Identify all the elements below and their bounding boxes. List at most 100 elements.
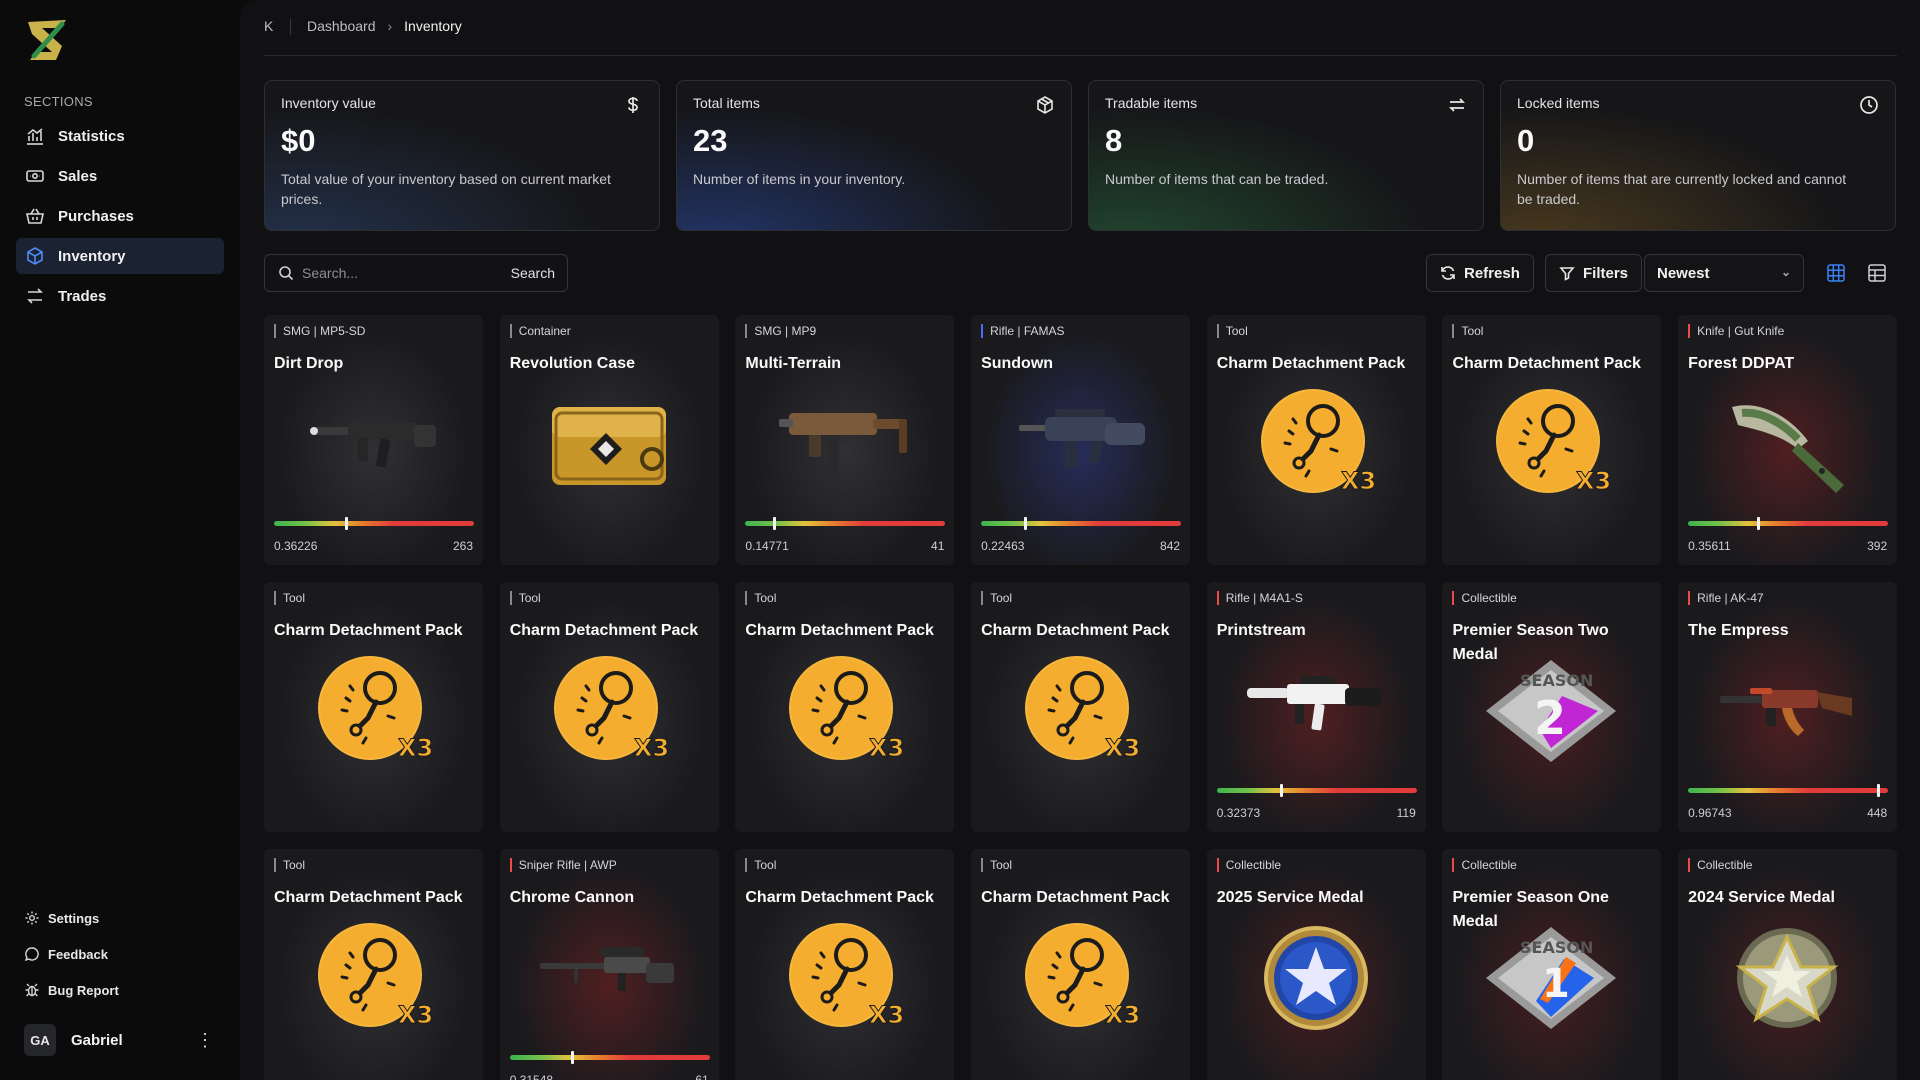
item-card[interactable]: Container Revolution Case	[499, 315, 719, 565]
sidebar-item-inventory[interactable]: Inventory	[16, 238, 224, 274]
item-card[interactable]: Rifle | FAMAS Sundown 0.22463 842	[971, 315, 1191, 565]
item-card[interactable]: Collectible Premier Season Two Medal SEASO…	[1442, 582, 1662, 832]
item-card[interactable]: Rifle | AK-47 The Empress 0.96743 448	[1678, 582, 1898, 832]
item-card[interactable]: Tool Charm Detachment Pack X3	[735, 582, 955, 832]
toolbar: Search Refresh Filters Newest ⌄	[264, 254, 1897, 292]
item-name: Charm Detachment Pack	[274, 889, 463, 906]
item-card[interactable]: Collectible Premier Season One Medal SEASO…	[1442, 849, 1662, 1080]
stat-description: Total value of your inventory based on c…	[281, 171, 611, 207]
svg-text:X3: X3	[1105, 1001, 1140, 1029]
bug-report-link[interactable]: Bug Report	[24, 972, 119, 1008]
item-name: Charm Detachment Pack	[981, 622, 1170, 639]
famas-icon	[1005, 389, 1155, 499]
item-category: Tool	[1216, 324, 1248, 338]
item-name: 2024 Service Medal	[1688, 889, 1835, 906]
item-name: Charm Detachment Pack	[1452, 355, 1641, 372]
cash-icon	[24, 165, 46, 187]
case-icon	[534, 389, 684, 499]
charm-icon: X3	[298, 923, 448, 1033]
svg-text:X3: X3	[634, 734, 669, 762]
item-category: Tool	[981, 591, 1012, 605]
item-card[interactable]: SMG | MP9 Multi-Terrain 0.14771 41	[735, 315, 955, 565]
stats-row: Inventory value $0 Total value of your i…	[264, 80, 1897, 231]
grid-view-button[interactable]	[1824, 261, 1848, 285]
basket-icon	[24, 205, 46, 227]
filters-button[interactable]: Filters	[1545, 254, 1643, 292]
swap-icon	[1447, 95, 1467, 115]
item-name: Printstream	[1216, 622, 1306, 639]
search-input[interactable]	[302, 265, 511, 281]
item-card[interactable]: Tool Charm Detachment Pack X3	[264, 849, 483, 1080]
item-card[interactable]: Collectible 2025 Service Medal	[1206, 849, 1426, 1080]
item-category: Collectible	[1452, 591, 1517, 605]
stat-description: Number of items that can be traded.	[1105, 171, 1329, 187]
item-name: Charm Detachment Pack	[981, 889, 1170, 906]
smg-icon	[298, 389, 448, 499]
item-category: Knife | Gut Knife	[1688, 324, 1784, 338]
sidebar-item-purchases[interactable]: Purchases	[16, 198, 224, 234]
wear-bar	[509, 1051, 710, 1064]
item-category: Tool	[745, 591, 776, 605]
more-vertical-icon[interactable]: ⋮	[196, 1030, 214, 1050]
item-card[interactable]: Collectible 2024 Service Medal	[1678, 849, 1898, 1080]
feedback-link[interactable]: Feedback	[24, 936, 119, 972]
item-category: Collectible	[1216, 858, 1281, 872]
charm-icon: X3	[769, 923, 919, 1033]
item-card[interactable]: Tool Charm Detachment Pack X3	[499, 582, 719, 832]
item-name: Charm Detachment Pack	[509, 622, 699, 639]
svg-text:X3: X3	[1576, 467, 1611, 495]
item-card[interactable]: Knife | Gut Knife Forest DDPAT 0.35611 392	[1678, 315, 1898, 565]
charm-icon: X3	[1005, 923, 1155, 1033]
item-card[interactable]: Tool Charm Detachment Pack X3	[971, 582, 1191, 832]
sidebar-item-label: Statistics	[58, 127, 125, 145]
chart-icon	[24, 125, 46, 147]
svg-text:X3: X3	[1341, 467, 1376, 495]
wear-marker	[1757, 517, 1761, 530]
user-profile[interactable]: GA Gabriel ⋮	[24, 1024, 220, 1056]
svg-text:X3: X3	[398, 1001, 433, 1029]
item-card[interactable]: Tool Charm Detachment Pack X3	[1442, 315, 1662, 565]
sort-select[interactable]: Newest ⌄	[1644, 254, 1804, 292]
ak-icon	[1712, 656, 1862, 766]
dollar-icon	[623, 95, 643, 115]
sidebar-toggle-button[interactable]: K	[264, 18, 282, 34]
bug-report-label: Bug Report	[48, 982, 119, 998]
item-card[interactable]: Sniper Rifle | AWP Chrome Cannon 0.31548 61	[499, 849, 719, 1080]
stat-card-inventory-value: Inventory value $0 Total value of your i…	[264, 80, 660, 231]
sidebar-item-sales[interactable]: Sales	[16, 158, 224, 194]
svg-text:2: 2	[1534, 691, 1566, 745]
item-pattern: 119	[1396, 806, 1416, 820]
app-logo[interactable]	[22, 16, 74, 64]
breadcrumb-dashboard[interactable]: Dashboard	[307, 18, 376, 34]
item-category: Rifle | M4A1-S	[1216, 591, 1303, 605]
settings-link[interactable]: Settings	[24, 900, 119, 936]
item-pattern: 392	[1867, 539, 1888, 553]
refresh-button[interactable]: Refresh	[1426, 254, 1534, 292]
sidebar-item-label: Purchases	[58, 207, 134, 225]
filter-icon	[1559, 265, 1575, 281]
item-card[interactable]: Rifle | M4A1-S Printstream 0.32373 119	[1206, 582, 1426, 832]
item-card[interactable]: Tool Charm Detachment Pack X3	[971, 849, 1191, 1080]
charm-icon: X3	[1005, 656, 1155, 766]
item-name: Charm Detachment Pack	[1216, 355, 1406, 372]
stat-description: Number of items that are currently locke…	[1517, 171, 1847, 207]
item-category: SMG | MP9	[745, 324, 816, 338]
sidebar-item-trades[interactable]: Trades	[16, 278, 224, 314]
wear-bar	[1688, 784, 1889, 797]
item-card[interactable]: Tool Charm Detachment Pack X3	[264, 582, 483, 832]
item-card[interactable]: SMG | MP5-SD Dirt Drop 0.36226 263	[264, 315, 483, 565]
stat-title: Tradable items	[1105, 95, 1198, 111]
sidebar-item-statistics[interactable]: Statistics	[16, 118, 224, 154]
item-card[interactable]: Tool Charm Detachment Pack X3	[1206, 315, 1426, 565]
breadcrumb: K Dashboard › Inventory	[264, 18, 1897, 56]
search-button[interactable]: Search	[511, 265, 555, 281]
grid-icon	[1827, 264, 1845, 282]
item-float: 0.36226	[274, 539, 318, 553]
refresh-icon	[1440, 265, 1456, 281]
item-card[interactable]: Tool Charm Detachment Pack X3	[735, 849, 955, 1080]
item-category: Sniper Rifle | AWP	[509, 858, 617, 872]
stat-value: 8	[1105, 123, 1123, 158]
item-name: Revolution Case	[509, 355, 636, 372]
awp-icon	[534, 923, 684, 1033]
table-view-button[interactable]	[1865, 261, 1889, 285]
